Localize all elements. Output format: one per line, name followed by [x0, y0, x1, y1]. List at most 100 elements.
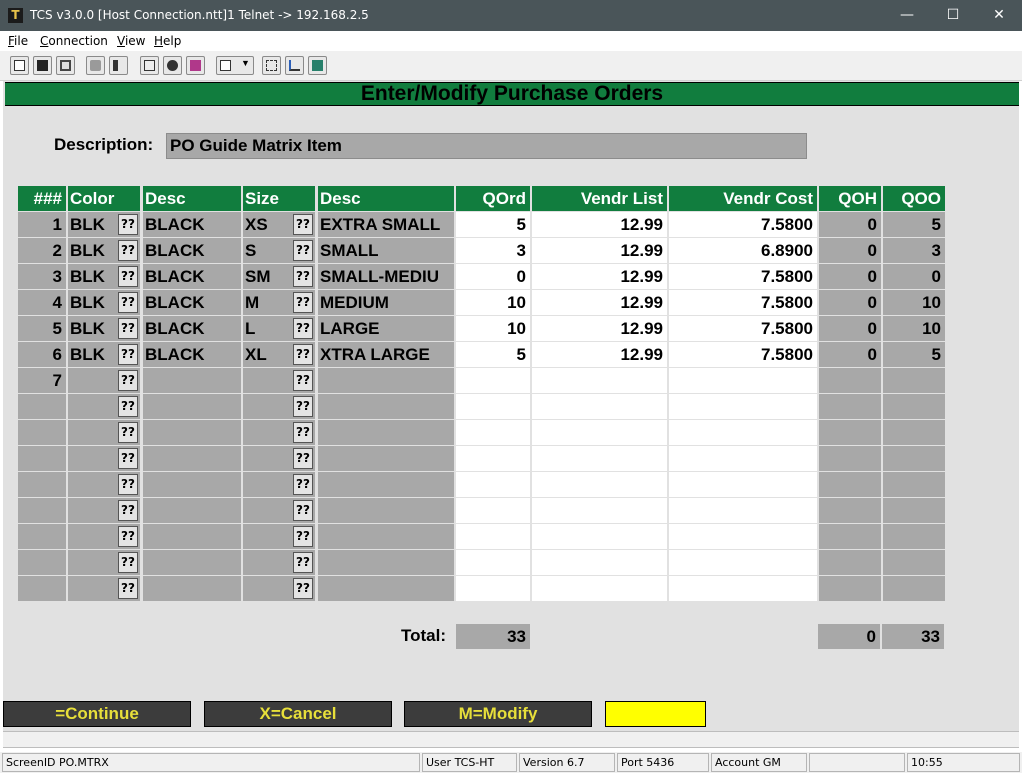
row-4-color-code-lookup-button[interactable]: ??: [118, 292, 138, 313]
row-1-size-code-lookup-button[interactable]: ??: [293, 214, 313, 235]
row-9-vendor-cost[interactable]: [669, 420, 817, 445]
row-8-size-code-lookup-button[interactable]: ??: [293, 396, 313, 417]
row-9-size-code-lookup-button[interactable]: ??: [293, 422, 313, 443]
row-7-vendor-list[interactable]: [532, 368, 667, 393]
row-10-qord[interactable]: [456, 446, 530, 471]
row-5-color-code-lookup-button[interactable]: ??: [118, 318, 138, 339]
row-14-color-code-lookup-button[interactable]: ??: [118, 552, 138, 573]
book-icon[interactable]: [186, 56, 205, 75]
row-5-vendor-list[interactable]: 12.99: [532, 316, 667, 341]
menu-connection[interactable]: Connection: [40, 34, 108, 48]
row-8-color-code-lookup-button[interactable]: ??: [118, 396, 138, 417]
row-7-color-code-lookup-button[interactable]: ??: [118, 370, 138, 391]
row-1-color-code-lookup-button[interactable]: ??: [118, 214, 138, 235]
row-15-vendor-cost[interactable]: [669, 576, 817, 601]
row-1-qord[interactable]: 5: [456, 212, 530, 237]
row-5-size-code-lookup-button[interactable]: ??: [293, 318, 313, 339]
row-9-vendor-list[interactable]: [532, 420, 667, 445]
minimize-icon[interactable]: —: [884, 0, 930, 31]
row-9-qord[interactable]: [456, 420, 530, 445]
row-3-vendor-cost[interactable]: 7.5800: [669, 264, 817, 289]
row-13-vendor-list[interactable]: [532, 524, 667, 549]
row-2-vendor-list[interactable]: 12.99: [532, 238, 667, 263]
row-7-vendor-cost[interactable]: [669, 368, 817, 393]
modify-button[interactable]: M=Modify: [404, 701, 592, 727]
continue-button[interactable]: =Continue: [3, 701, 191, 727]
row-13-size-code-lookup-button[interactable]: ??: [293, 526, 313, 547]
row-3-vendor-list[interactable]: 12.99: [532, 264, 667, 289]
row-7-size-code-lookup-button[interactable]: ??: [293, 370, 313, 391]
row-4-vendor-cost[interactable]: 7.5800: [669, 290, 817, 315]
row-12-size-code-lookup-button[interactable]: ??: [293, 500, 313, 521]
row-2-size-code-lookup-button[interactable]: ??: [293, 240, 313, 261]
row-13-color-code-lookup-button[interactable]: ??: [118, 526, 138, 547]
row-4-qord[interactable]: 10: [456, 290, 530, 315]
menu-help[interactable]: Help: [154, 34, 181, 48]
row-10-color-code-lookup-button[interactable]: ??: [118, 448, 138, 469]
row-14-vendor-list[interactable]: [532, 550, 667, 575]
row-2-vendor-cost[interactable]: 6.8900: [669, 238, 817, 263]
row-12-vendor-cost[interactable]: [669, 498, 817, 523]
command-input[interactable]: [605, 701, 706, 727]
row-5-qord[interactable]: 10: [456, 316, 530, 341]
copy-icon[interactable]: [10, 56, 29, 75]
transfer-icon[interactable]: [262, 56, 281, 75]
row-6-qord[interactable]: 5: [456, 342, 530, 367]
row-3-qord[interactable]: 0: [456, 264, 530, 289]
row-15-qord[interactable]: [456, 576, 530, 601]
save-icon[interactable]: [33, 56, 52, 75]
row-8-vendor-list[interactable]: [532, 394, 667, 419]
row-5-vendor-cost[interactable]: 7.5800: [669, 316, 817, 341]
row-4-size-code-lookup-button[interactable]: ??: [293, 292, 313, 313]
row-6-color-code-lookup-button[interactable]: ??: [118, 344, 138, 365]
row-14-qord[interactable]: [456, 550, 530, 575]
row-4-vendor-list[interactable]: 12.99: [532, 290, 667, 315]
row-15-color-code-lookup-button[interactable]: ??: [118, 578, 138, 599]
row-12-vendor-list[interactable]: [532, 498, 667, 523]
row-10-size-code-lookup-button[interactable]: ??: [293, 448, 313, 469]
row-10-vendor-list[interactable]: [532, 446, 667, 471]
print-icon[interactable]: [56, 56, 75, 75]
row-2-color-code-lookup-button[interactable]: ??: [118, 240, 138, 261]
sound-icon[interactable]: [109, 56, 128, 75]
row-2-qord[interactable]: 3: [456, 238, 530, 263]
row-11-qord[interactable]: [456, 472, 530, 497]
row-10-vendor-cost[interactable]: [669, 446, 817, 471]
chart-icon[interactable]: [285, 56, 304, 75]
row-11-color-code-lookup-button[interactable]: ??: [118, 474, 138, 495]
lock-icon[interactable]: [86, 56, 105, 75]
monitor-icon[interactable]: [163, 56, 182, 75]
row-7-qord[interactable]: [456, 368, 530, 393]
row-14-vendor-cost[interactable]: [669, 550, 817, 575]
row-1-vendor-list[interactable]: 12.99: [532, 212, 667, 237]
row-12-color-code-lookup-button[interactable]: ??: [118, 500, 138, 521]
row-13-qord[interactable]: [456, 524, 530, 549]
row-8-vendor-cost[interactable]: [669, 394, 817, 419]
menu-view[interactable]: View: [117, 34, 145, 48]
close-icon[interactable]: ✕: [976, 0, 1022, 31]
row-3-size-code-lookup-button[interactable]: ??: [293, 266, 313, 287]
maximize-icon[interactable]: ☐: [930, 0, 976, 31]
row-15-vendor-list[interactable]: [532, 576, 667, 601]
row-11-size-code-lookup-button[interactable]: ??: [293, 474, 313, 495]
dropdown-icon[interactable]: ▼: [216, 56, 254, 75]
row-3-color-code-lookup-button[interactable]: ??: [118, 266, 138, 287]
command-line[interactable]: [3, 731, 1019, 748]
menu-file[interactable]: File: [8, 34, 28, 48]
row-12-qord[interactable]: [456, 498, 530, 523]
cancel-button[interactable]: X=Cancel: [204, 701, 392, 727]
row-14-size-code-lookup-button[interactable]: ??: [293, 552, 313, 573]
row-13-vendor-cost[interactable]: [669, 524, 817, 549]
row-6-vendor-list[interactable]: 12.99: [532, 342, 667, 367]
row-11-vendor-cost[interactable]: [669, 472, 817, 497]
description-field[interactable]: PO Guide Matrix Item: [166, 133, 807, 159]
calculator-icon[interactable]: [308, 56, 327, 75]
row-1-vendor-cost[interactable]: 7.5800: [669, 212, 817, 237]
row-11-vendor-list[interactable]: [532, 472, 667, 497]
row-6-vendor-cost[interactable]: 7.5800: [669, 342, 817, 367]
row-9-color-code-lookup-button[interactable]: ??: [118, 422, 138, 443]
row-8-qord[interactable]: [456, 394, 530, 419]
properties-icon[interactable]: [140, 56, 159, 75]
row-15-size-code-lookup-button[interactable]: ??: [293, 578, 313, 599]
row-6-size-code-lookup-button[interactable]: ??: [293, 344, 313, 365]
